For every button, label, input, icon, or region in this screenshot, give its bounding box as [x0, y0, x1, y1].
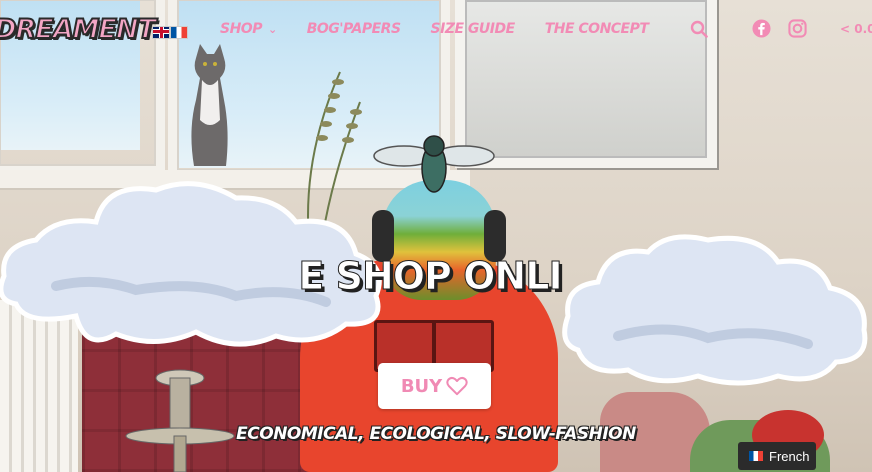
nav-item-the-concept[interactable]: THE CONCEPT: [545, 21, 649, 37]
france-flag-icon[interactable]: [170, 26, 188, 39]
search-icon[interactable]: [690, 20, 708, 38]
instagram-icon[interactable]: [788, 19, 807, 38]
nav-item-label: SHOP: [220, 21, 262, 37]
language-switcher[interactable]: French: [738, 442, 816, 470]
hero-tagline: ECONOMICAL, ECOLOGICAL, SLOW-FASHION: [236, 424, 636, 444]
language-flags: [152, 26, 188, 39]
buy-button[interactable]: BUY: [378, 363, 491, 409]
heart-icon: [446, 376, 468, 396]
cart-total[interactable]: < 0.0: [840, 22, 872, 36]
site-header: DREAMENT SHOP ⌄ BOG'PAPERS SIZE GUIDE TH…: [0, 0, 872, 62]
nav-item-size-guide[interactable]: SIZE GUIDE: [430, 21, 516, 37]
nav-item-shop[interactable]: SHOP ⌄: [220, 21, 277, 37]
facebook-icon[interactable]: [752, 19, 771, 38]
site-logo[interactable]: DREAMENT: [0, 13, 157, 46]
hero-title: E SHOP ONLI: [298, 254, 563, 299]
fly-illustration: [373, 135, 495, 193]
uk-flag-icon[interactable]: [152, 26, 170, 39]
main-nav: SHOP ⌄ BOG'PAPERS SIZE GUIDE THE CONCEPT: [220, 21, 678, 37]
buy-button-label: BUY: [400, 375, 443, 397]
nav-item-bogpapers[interactable]: BOG'PAPERS: [307, 21, 401, 37]
nav-item-label: THE CONCEPT: [544, 21, 649, 37]
france-flag-icon: [749, 451, 763, 461]
brass-candle-lamp: [125, 369, 235, 472]
cloud-right: [562, 234, 868, 386]
nav-item-label: SIZE GUIDE: [430, 21, 516, 37]
chevron-down-icon: ⌄: [267, 22, 277, 36]
nav-item-label: BOG'PAPERS: [306, 21, 401, 37]
language-switcher-label: French: [769, 448, 810, 464]
